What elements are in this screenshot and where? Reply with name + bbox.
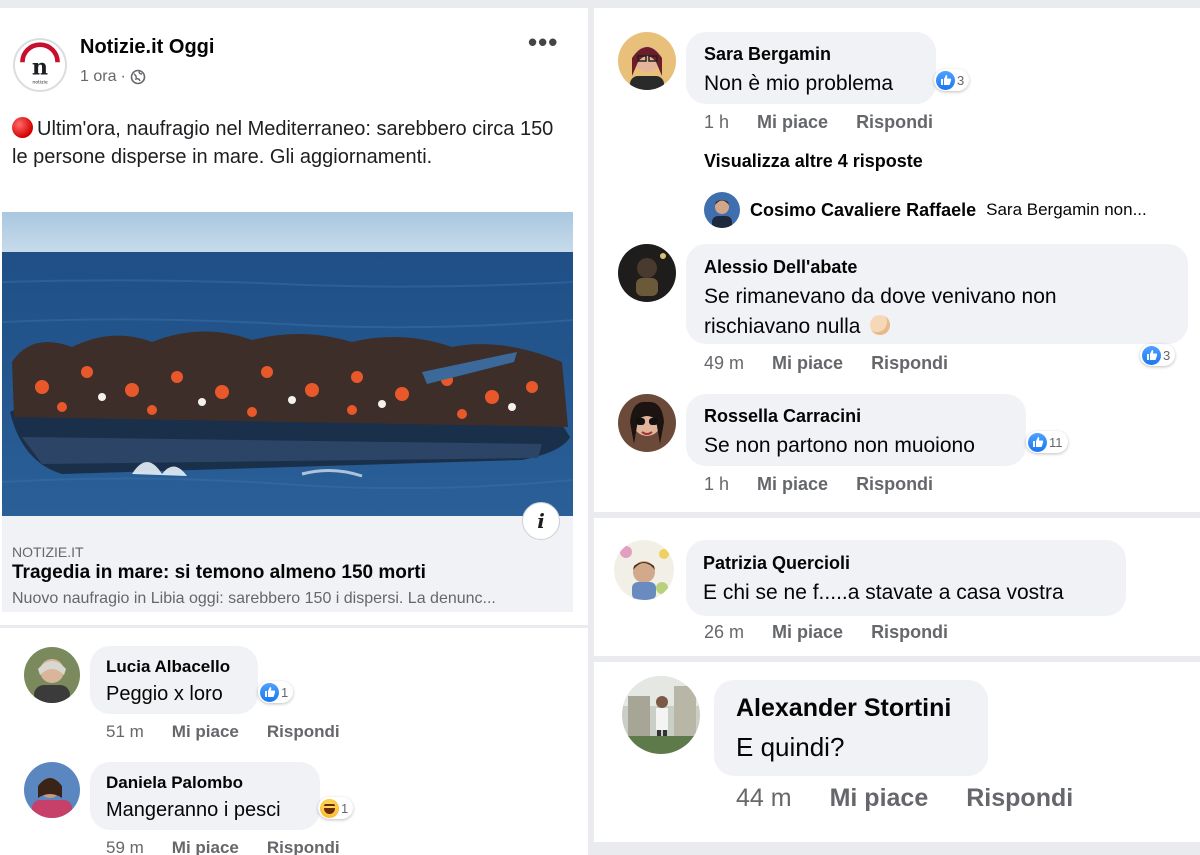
post-image[interactable]: [2, 212, 573, 516]
avatar[interactable]: [24, 762, 80, 818]
right-comments-panel: Sara Bergamin Non è mio problema 3 1 h M…: [594, 8, 1200, 512]
like-icon: [1028, 432, 1047, 452]
like-button[interactable]: Mi piace: [172, 722, 239, 742]
reaction-badge[interactable]: 3: [1140, 344, 1176, 366]
comment-text: Se non partono non muoiono: [704, 434, 975, 457]
comment-text-line: Se rimanevano da dove venivano non: [704, 285, 1057, 308]
like-button[interactable]: Mi piace: [172, 838, 239, 855]
like-button[interactable]: Mi piace: [757, 112, 828, 133]
meta-separator: ·: [120, 68, 126, 85]
post-text: Ultim'ora, naufragio nel Mediterraneo: s…: [12, 115, 572, 171]
comment-text-line: rischiavano nulla: [704, 315, 891, 339]
reaction-badge[interactable]: 1: [258, 681, 294, 703]
comment-time[interactable]: 44 m: [736, 784, 792, 813]
reply-button[interactable]: Rispondi: [871, 622, 948, 643]
comment-time[interactable]: 51 m: [106, 722, 144, 742]
info-icon[interactable]: i: [522, 502, 560, 540]
link-title: Tragedia in mare: si temono almeno 150 m…: [12, 562, 426, 583]
comment-text: Peggio x loro: [106, 683, 223, 705]
avatar[interactable]: [24, 647, 80, 703]
reply-snippet: Sara Bergamin non...: [986, 200, 1147, 219]
red-circle-icon: [12, 117, 33, 138]
avatar[interactable]: [614, 540, 674, 600]
reaction-badge[interactable]: 1: [318, 797, 354, 819]
comment-time[interactable]: 49 m: [704, 353, 744, 374]
reply-button[interactable]: Rispondi: [966, 784, 1073, 813]
link-preview[interactable]: NOTIZIE.IT Tragedia in mare: si temono a…: [2, 516, 573, 612]
reply-author: Cosimo Cavaliere Raffaele: [750, 199, 977, 220]
reaction-count: 1: [341, 800, 349, 816]
reply-preview[interactable]: Cosimo Cavaliere Raffaele Sara Bergamin …: [704, 192, 1147, 228]
comment-author[interactable]: Lucia Albacello: [106, 657, 230, 677]
reaction-badge[interactable]: 3: [934, 69, 970, 91]
reaction-badge[interactable]: 11: [1026, 431, 1068, 453]
reply-button[interactable]: Rispondi: [856, 474, 933, 495]
comment-actions: 1 h Mi piace Rispondi: [704, 112, 933, 133]
logo-letter: n: [32, 54, 48, 80]
page-name[interactable]: Notizie.it Oggi: [80, 36, 214, 59]
comment-text: E chi se ne f.....a stavate a casa vostr…: [703, 581, 1064, 604]
comment-author[interactable]: Alexander Stortini: [736, 694, 951, 723]
ok-hand-icon: [870, 315, 891, 335]
view-more-replies-link[interactable]: Visualizza altre 4 risposte: [704, 151, 923, 172]
post-text-content: Ultim'ora, naufragio nel Mediterraneo: s…: [12, 118, 554, 168]
comment-author[interactable]: Daniela Palombo: [106, 773, 243, 793]
comment-time[interactable]: 1 h: [704, 474, 729, 495]
avatar[interactable]: [618, 32, 676, 90]
reaction-count: 1: [281, 684, 289, 700]
comment-actions: 59 m Mi piace Rispondi: [106, 838, 340, 855]
right-comment-panel-3: Alexander Stortini E quindi? 44 m Mi pia…: [594, 662, 1200, 842]
comment-text: Non è mio problema: [704, 72, 894, 95]
reaction-count: 3: [1163, 347, 1171, 363]
left-comments-panel: Lucia Albacello Peggio x loro 1 51 m Mi …: [0, 628, 588, 855]
comment-time[interactable]: 26 m: [704, 622, 744, 643]
globe-icon: [130, 69, 146, 85]
more-options-icon[interactable]: •••: [528, 29, 558, 55]
link-description: Nuovo naufragio in Libia oggi: sarebbero…: [12, 590, 496, 607]
reaction-count: 3: [957, 72, 965, 88]
like-icon: [260, 682, 279, 702]
like-icon: [1142, 345, 1161, 365]
page-logo[interactable]: n notizie: [13, 38, 67, 92]
link-domain: NOTIZIE.IT: [12, 544, 84, 560]
post-meta: 1 ora ·: [80, 68, 146, 86]
haha-icon: [320, 798, 339, 818]
post-time[interactable]: 1 ora: [80, 68, 116, 86]
reply-button[interactable]: Rispondi: [267, 722, 340, 742]
comment-author[interactable]: Patrizia Quercioli: [703, 553, 850, 574]
right-comment-panel-2: Patrizia Quercioli E chi se ne f.....a s…: [594, 518, 1200, 656]
comment-text: Mangeranno i pesci: [106, 799, 281, 821]
avatar[interactable]: [622, 676, 700, 754]
like-button[interactable]: Mi piace: [772, 353, 843, 374]
comment-actions: 49 m Mi piace Rispondi: [704, 353, 948, 374]
comment-time[interactable]: 1 h: [704, 112, 729, 133]
avatar[interactable]: [618, 244, 676, 302]
like-button[interactable]: Mi piace: [772, 622, 843, 643]
comment-author[interactable]: Alessio Dell'abate: [704, 257, 857, 278]
reply-button[interactable]: Rispondi: [267, 838, 340, 855]
like-icon: [936, 70, 955, 90]
like-button[interactable]: Mi piace: [757, 474, 828, 495]
like-button[interactable]: Mi piace: [830, 784, 929, 813]
comment-author[interactable]: Sara Bergamin: [704, 44, 831, 65]
reaction-count: 11: [1049, 434, 1063, 450]
comment-actions: 26 m Mi piace Rispondi: [704, 622, 948, 643]
comment-text: E quindi?: [736, 732, 845, 762]
reply-button[interactable]: Rispondi: [856, 112, 933, 133]
comment-actions: 51 m Mi piace Rispondi: [106, 722, 340, 742]
comment-actions: 1 h Mi piace Rispondi: [704, 474, 933, 495]
comment-actions: 44 m Mi piace Rispondi: [736, 784, 1073, 813]
avatar[interactable]: [704, 192, 740, 228]
comment-author[interactable]: Rossella Carracini: [704, 406, 861, 427]
reply-button[interactable]: Rispondi: [871, 353, 948, 374]
post-card: n notizie Notizie.it Oggi 1 ora · ••• Ul…: [0, 8, 588, 625]
comment-time[interactable]: 59 m: [106, 838, 144, 855]
logo-small-text: notizie: [32, 80, 48, 86]
comment-text-line2: rischiavano nulla: [704, 315, 861, 338]
avatar[interactable]: [618, 394, 676, 452]
